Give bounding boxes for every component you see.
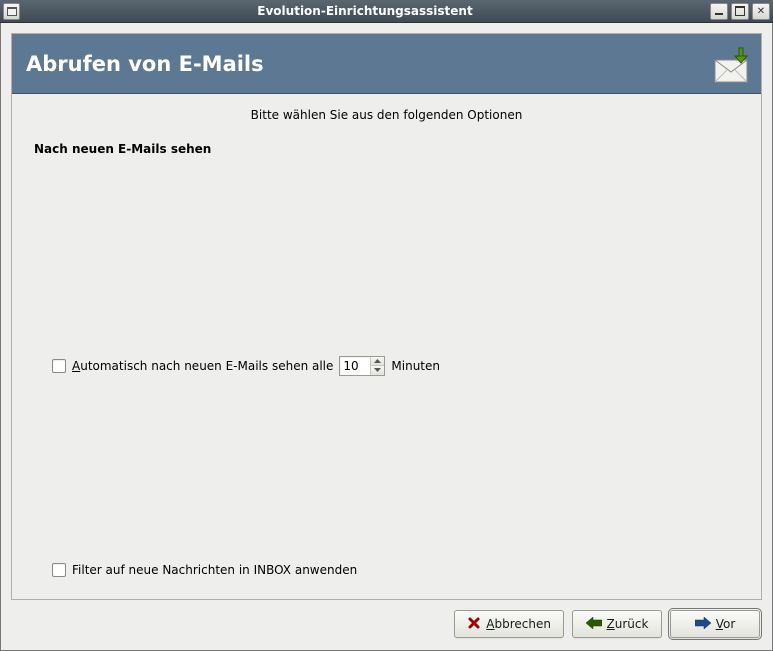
- auto-check-label[interactable]: Automatisch nach neuen E-Mails sehen all…: [72, 359, 333, 373]
- filter-inbox-label[interactable]: Filter auf neue Nachrichten in INBOX anw…: [72, 563, 357, 577]
- close-button[interactable]: [752, 3, 770, 20]
- instruction-text: Bitte wählen Sie aus den folgenden Optio…: [34, 108, 739, 122]
- page-title: Abrufen von E-Mails: [26, 52, 264, 76]
- back-button-label: Zurück: [607, 617, 649, 631]
- app-window: Evolution-Einrichtungsassistent Abrufen …: [0, 0, 773, 651]
- title-bar: Evolution-Einrichtungsassistent: [0, 0, 773, 23]
- minutes-unit-label: Minuten: [391, 359, 440, 373]
- window-title: Evolution-Einrichtungsassistent: [20, 4, 710, 18]
- next-button-label: Vor: [716, 617, 736, 631]
- wizard-button-bar: Abbrechen Zurück Vor: [11, 600, 762, 640]
- auto-check-row: Automatisch nach neuen E-Mails sehen all…: [52, 356, 739, 376]
- wizard-page: Abrufen von E-Mails Bitte wäh: [11, 33, 762, 600]
- filter-inbox-checkbox[interactable]: [52, 563, 66, 577]
- spinner-arrows: [370, 357, 384, 375]
- auto-check-checkbox[interactable]: [52, 359, 66, 373]
- options-area: Automatisch nach neuen E-Mails sehen all…: [34, 168, 739, 563]
- cancel-button[interactable]: Abbrechen: [454, 610, 564, 638]
- minimize-button[interactable]: [710, 3, 728, 20]
- window-controls: [710, 3, 770, 20]
- next-button[interactable]: Vor: [670, 610, 760, 638]
- maximize-button[interactable]: [731, 3, 749, 20]
- page-content: Bitte wählen Sie aus den folgenden Optio…: [12, 94, 761, 599]
- back-button[interactable]: Zurück: [572, 610, 662, 638]
- cancel-icon: [467, 616, 481, 633]
- filter-row: Filter auf neue Nachrichten in INBOX anw…: [52, 563, 739, 581]
- minutes-spinner[interactable]: [339, 356, 385, 376]
- mail-receive-icon: [711, 46, 751, 89]
- window-client-area: Abrufen von E-Mails Bitte wäh: [0, 23, 773, 651]
- arrow-right-icon: [695, 617, 711, 632]
- section-heading: Nach neuen E-Mails sehen: [34, 142, 739, 156]
- spinner-up-button[interactable]: [371, 357, 384, 366]
- minutes-input[interactable]: [340, 357, 370, 375]
- arrow-left-icon: [586, 617, 602, 632]
- page-banner: Abrufen von E-Mails: [12, 34, 761, 94]
- cancel-button-label: Abbrechen: [486, 617, 551, 631]
- spinner-down-button[interactable]: [371, 365, 384, 375]
- window-menu-icon[interactable]: [3, 3, 20, 20]
